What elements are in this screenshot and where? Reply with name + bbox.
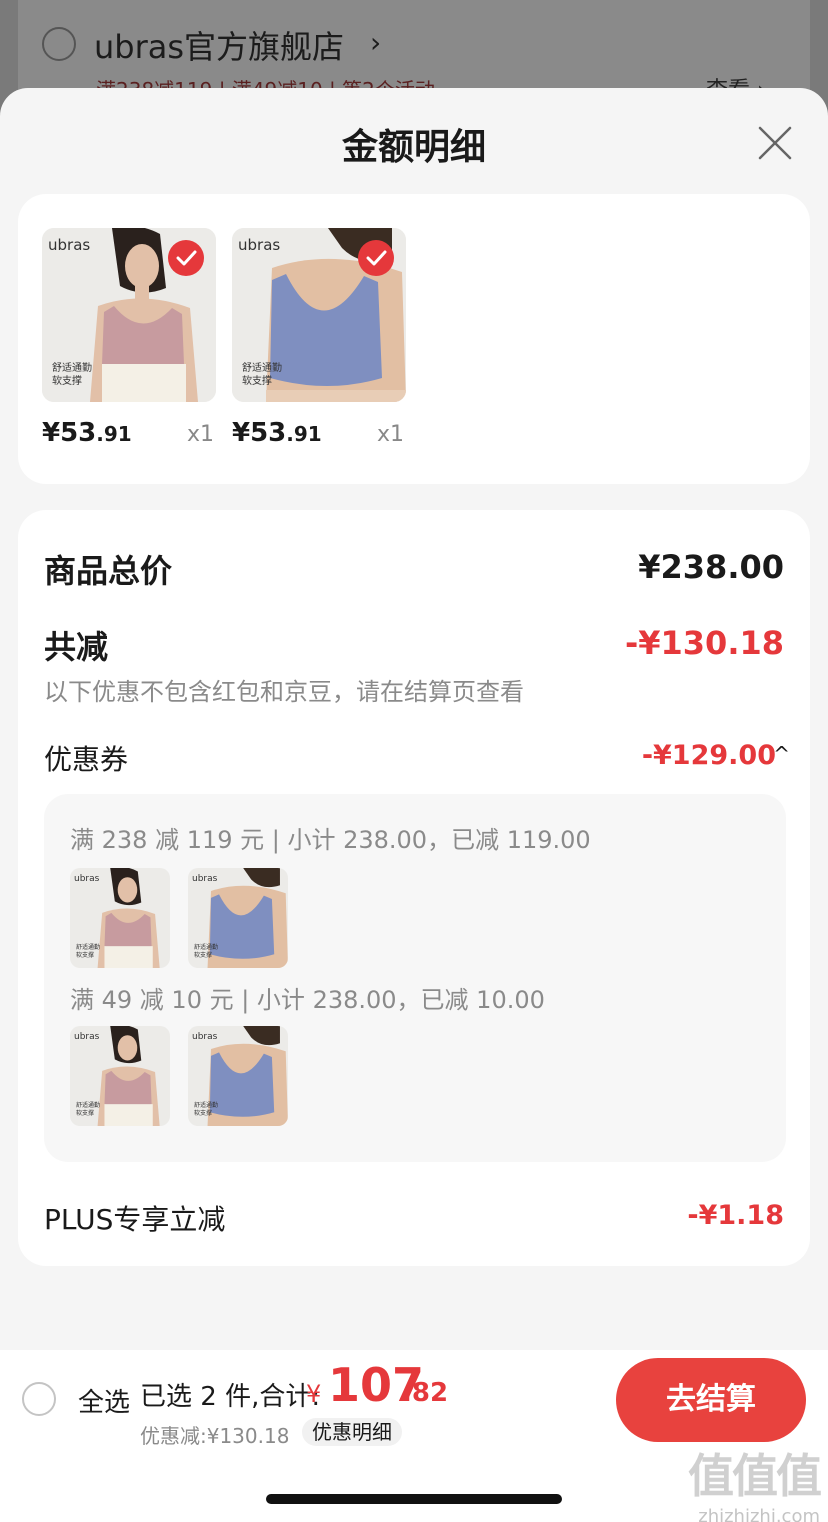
background-store-radio xyxy=(42,27,76,61)
product-thumbnail: ubras 舒适通勤 软支撑 xyxy=(70,868,170,968)
coupon-value[interactable]: -¥129.00 xyxy=(642,740,776,771)
checked-icon xyxy=(358,240,394,276)
product-thumbnail: ubras 舒适通勤 软支撑 xyxy=(70,1026,170,1126)
selected-count-text: 已选 2 件,合计: xyxy=(140,1382,321,1412)
select-all-label[interactable]: 全选 xyxy=(78,1382,130,1419)
product-quantity: x1 xyxy=(376,422,404,447)
checkout-button[interactable]: 去结算 xyxy=(616,1358,806,1442)
home-indicator[interactable] xyxy=(266,1494,562,1504)
checkout-bar: 全选 已选 2 件,合计: ¥ 107 .82 优惠减:¥130.18 优惠明细… xyxy=(0,1350,828,1448)
product-thumbnail: ubras 舒适通勤 软支撑 xyxy=(188,868,288,968)
product-tagline: 舒适通勤 软支撑 xyxy=(52,363,92,387)
product-tagline: 舒适通勤 软支撑 xyxy=(242,363,282,387)
product-price: ¥53.91 xyxy=(42,418,132,448)
total-currency: ¥ xyxy=(306,1380,322,1408)
product-brand: ubras xyxy=(48,236,91,254)
coupon-rule: 满 49 减 10 元 | 小计 238.00，已减 10.00 xyxy=(70,986,545,1014)
product-image: ubras 舒适通勤 软支撑 xyxy=(42,228,216,402)
chevron-up-icon[interactable]: ^ xyxy=(773,742,790,766)
total-amount-decimal: .82 xyxy=(402,1378,449,1408)
product-thumbnail: ubras 舒适通勤 软支撑 xyxy=(188,1026,288,1126)
background-store-name: ubras官方旗舰店 xyxy=(94,28,345,66)
product-quantity: x1 xyxy=(186,422,214,447)
site-watermark: 值值值 zhizhizhi.com xyxy=(688,1449,822,1522)
discount-summary: 优惠减:¥130.18 xyxy=(140,1424,290,1448)
price-breakdown-card: 商品总价 ¥238.00 共减 -¥130.18 以下优惠不包含红包和京豆，请在… xyxy=(18,510,810,1266)
plus-discount-label: PLUS专享立减 xyxy=(44,1203,226,1236)
selected-products-card: ubras 舒适通勤 软支撑 ¥53.91 x1 ubras 舒适通勤 软支撑 … xyxy=(18,194,810,484)
discount-detail-button[interactable]: 优惠明细 xyxy=(302,1418,402,1446)
sheet-title: 金额明细 xyxy=(341,127,486,168)
product-image: ubras 舒适通勤 软支撑 xyxy=(232,228,406,402)
total-reduction-value: -¥130.18 xyxy=(624,624,784,662)
total-reduction-label: 共减 xyxy=(44,628,109,666)
background-store-arrow: › xyxy=(370,26,382,59)
close-icon xyxy=(758,126,792,160)
product-item[interactable]: ubras 舒适通勤 软支撑 ¥53.91 x1 xyxy=(42,228,216,448)
product-brand: ubras xyxy=(238,236,281,254)
coupon-rule: 满 238 减 119 元 | 小计 238.00，已减 119.00 xyxy=(70,826,591,854)
amount-detail-sheet: 金额明细 ubras 舒适通勤 软支撑 ¥53.91 x1 ubras 舒适通勤… xyxy=(0,88,828,1350)
checked-icon xyxy=(168,240,204,276)
coupon-label: 优惠券 xyxy=(44,743,129,776)
product-item[interactable]: ubras 舒适通勤 软支撑 ¥53.91 x1 xyxy=(232,228,406,448)
product-price: ¥53.91 xyxy=(232,418,322,448)
select-all-radio[interactable] xyxy=(22,1382,56,1416)
reduction-note: 以下优惠不包含红包和京豆，请在结算页查看 xyxy=(44,678,524,706)
subtotal-label: 商品总价 xyxy=(44,552,173,590)
close-button[interactable] xyxy=(752,120,798,166)
coupon-detail-box: 满 238 减 119 元 | 小计 238.00，已减 119.00 ubra… xyxy=(44,794,786,1162)
plus-discount-value: -¥1.18 xyxy=(687,1200,784,1231)
subtotal-value: ¥238.00 xyxy=(638,548,784,586)
